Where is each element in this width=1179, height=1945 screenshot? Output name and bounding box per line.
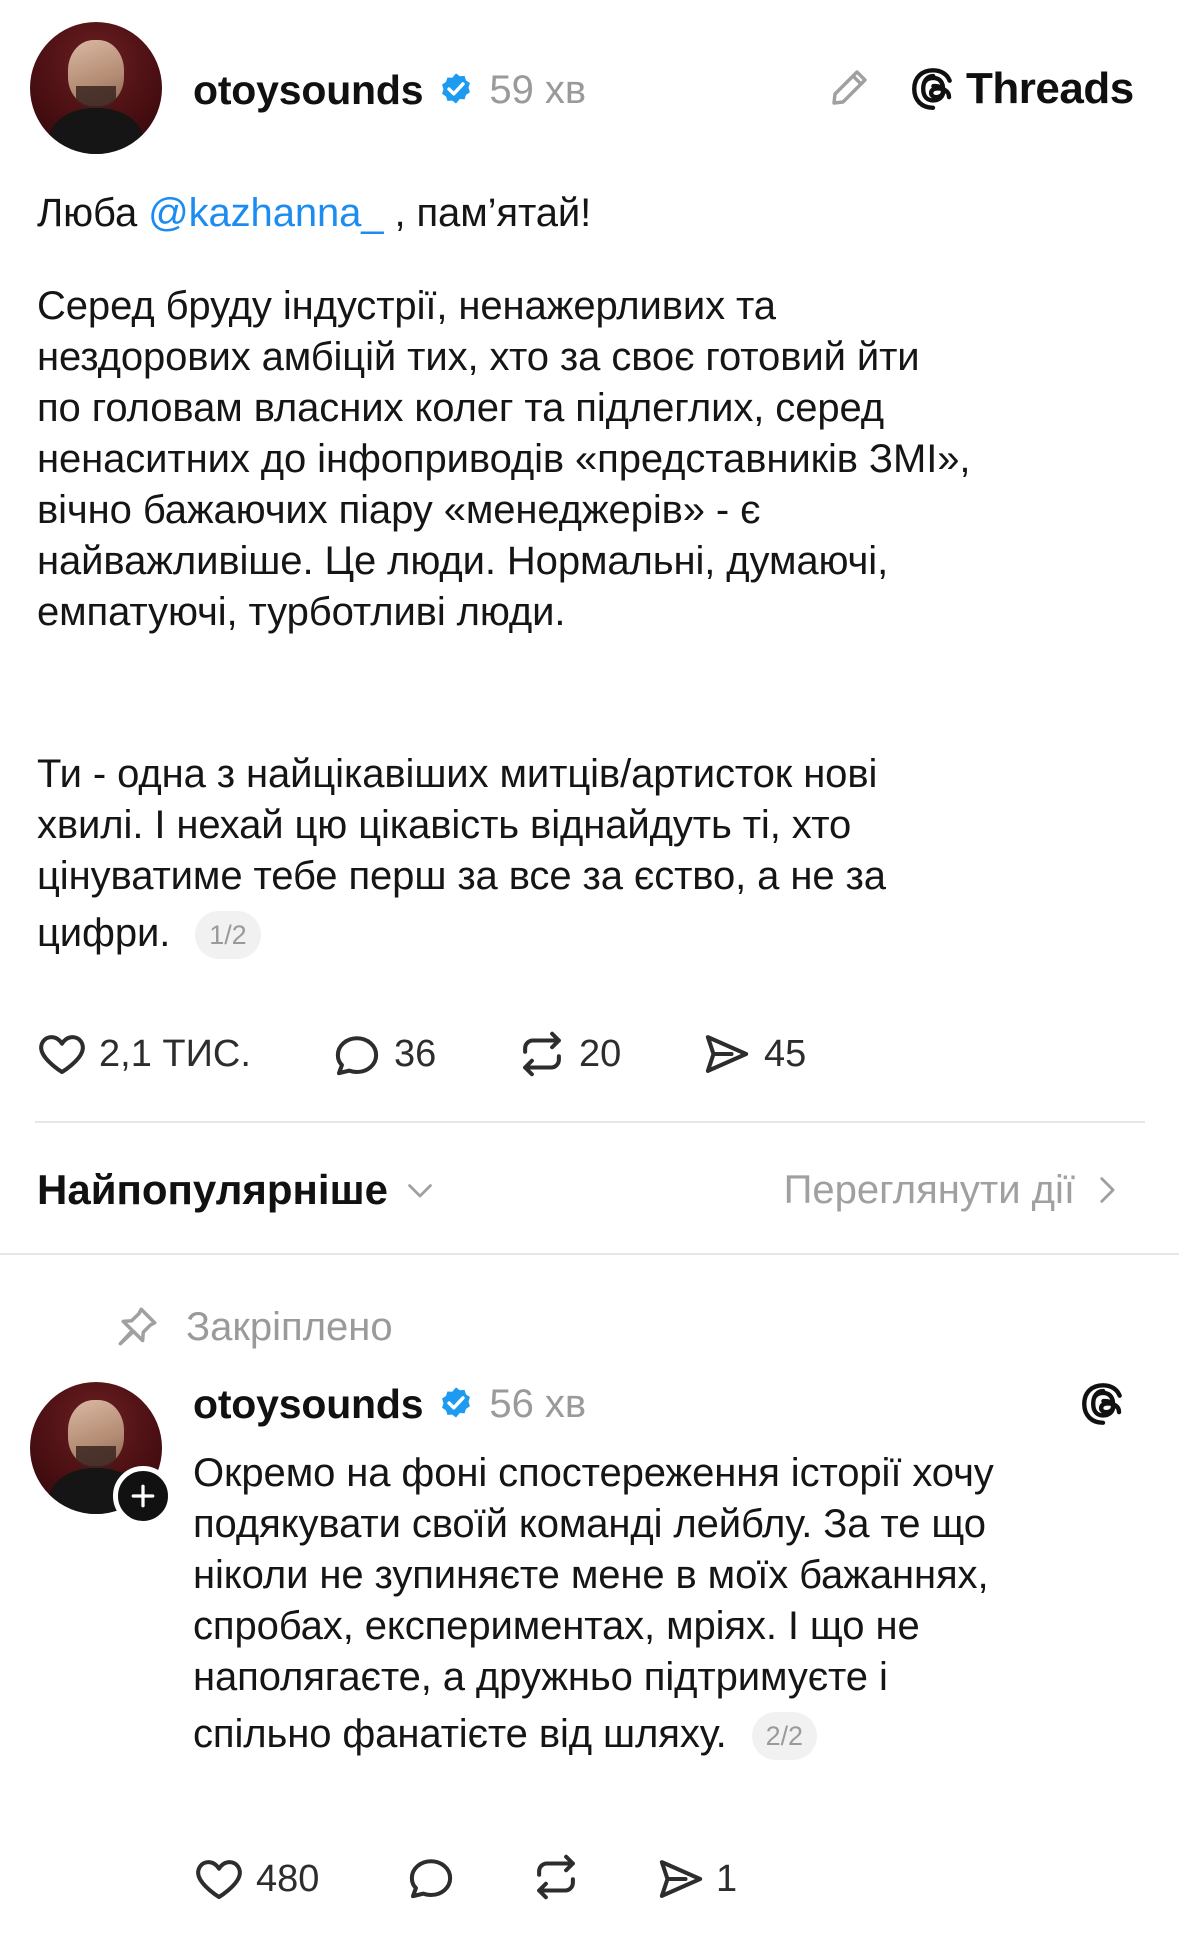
sort-dropdown[interactable]: Найпопулярніше xyxy=(37,1160,438,1220)
verified-badge-icon xyxy=(442,73,471,104)
text-line: спільно фанатієте від шляху. 2/2 xyxy=(193,1709,1163,1761)
comment-bubble-icon[interactable] xyxy=(330,1027,384,1081)
reply-like-count: 480 xyxy=(256,1857,320,1900)
text-line: нездорових амбіцій тих, хто за своє гото… xyxy=(37,335,920,379)
post-timestamp: 59 хв xyxy=(489,67,587,112)
reply-header: otoysounds 56 хв xyxy=(193,1376,586,1432)
text-line: вічно бажаючих піару «менеджерів» - є xyxy=(37,488,761,532)
threads-logo-icon[interactable] xyxy=(1078,1379,1128,1429)
threads-brand: Threads xyxy=(908,60,1134,118)
reply-username[interactable]: otoysounds xyxy=(193,1381,424,1428)
reply-actions: 480 1 xyxy=(192,1851,737,1907)
share-count: 45 xyxy=(764,1032,807,1075)
comment-bubble-icon[interactable] xyxy=(404,1850,458,1904)
text-line: по головам власних колег та підлеглих, с… xyxy=(37,386,884,430)
like-action[interactable]: 2,1 ТИС. xyxy=(35,1027,330,1081)
reply-like-action[interactable]: 480 xyxy=(192,1852,404,1906)
last-line-text: спільно фанатієте від шляху. xyxy=(193,1712,727,1756)
section-divider xyxy=(0,1253,1179,1255)
chevron-down-icon xyxy=(408,1184,432,1198)
author-avatar[interactable] xyxy=(30,22,162,154)
post-paragraph-3: Ти - одна з найцікавіших митців/артисток… xyxy=(37,749,1157,960)
text-line: Ти - одна з найцікавіших митців/артисток… xyxy=(37,752,878,796)
sort-label: Найпопулярніше xyxy=(37,1166,388,1213)
text-line: подякувати своїй команді лейблу. За те щ… xyxy=(193,1502,986,1546)
greeting-suffix: , пам’ятай! xyxy=(394,191,592,235)
mention-link[interactable]: @kazhanna_ xyxy=(148,191,383,235)
repost-count: 20 xyxy=(579,1032,622,1075)
share-send-icon[interactable] xyxy=(700,1027,754,1081)
last-line-text: цифри. xyxy=(37,911,171,955)
text-line: спробах, експериментах, мріях. І що не xyxy=(193,1604,920,1648)
plus-icon xyxy=(131,1484,155,1508)
text-line: цифри. 1/2 xyxy=(37,908,1157,960)
text-line: цінуватиме тебе перш за все за єство, а … xyxy=(37,854,886,898)
follow-plus-button[interactable] xyxy=(113,1466,173,1526)
pinned-label: Закріплено xyxy=(186,1304,393,1349)
reply-comment-action[interactable] xyxy=(404,1850,529,1909)
repost-icon[interactable] xyxy=(515,1027,569,1081)
text-line: ненаситних до інфоприводів «представникі… xyxy=(37,437,971,481)
edit-pencil-icon[interactable] xyxy=(826,63,874,111)
share-action[interactable]: 45 xyxy=(700,1027,806,1081)
text-line: Серед бруду індустрії, ненажерливих та xyxy=(37,284,776,328)
reply-share-action[interactable]: 1 xyxy=(654,1852,737,1906)
post-actions: 2,1 ТИС. 36 20 45 xyxy=(35,1026,806,1082)
thread-pager-badge: 1/2 xyxy=(195,911,261,960)
text-line: ніколи не зупиняєте мене в моїх бажаннях… xyxy=(193,1553,989,1597)
repost-icon[interactable] xyxy=(529,1850,583,1904)
repost-action[interactable]: 20 xyxy=(515,1027,700,1081)
post-greeting: Люба @kazhanna_ , пам’ятай! xyxy=(37,188,591,239)
view-activity-label: Переглянути дії xyxy=(783,1167,1075,1212)
post-header: otoysounds 59 хв xyxy=(193,62,586,118)
share-send-icon[interactable] xyxy=(654,1852,708,1906)
threads-wordmark: Threads xyxy=(966,64,1134,113)
reply-action[interactable]: 36 xyxy=(330,1027,515,1081)
pin-icon xyxy=(118,1307,157,1346)
reply-timestamp: 56 хв xyxy=(489,1381,587,1426)
view-activity-link[interactable]: Переглянути дії xyxy=(784,1160,1123,1220)
text-line: найважливіше. Це люди. Нормальні, думаюч… xyxy=(37,539,889,583)
pinned-indicator: Закріплено xyxy=(112,1297,393,1357)
reply-count: 36 xyxy=(394,1032,437,1075)
heart-icon[interactable] xyxy=(192,1852,246,1906)
heart-icon[interactable] xyxy=(35,1027,89,1081)
text-line: хвилі. І нехай цю цікавість віднайдуть т… xyxy=(37,803,852,847)
text-line: емпатуючі, турботливі люди. xyxy=(37,590,566,634)
like-count: 2,1 ТИС. xyxy=(99,1032,251,1075)
text-line: наполягаєте, а дружньо підтримуєте і xyxy=(193,1655,888,1699)
reply-share-count: 1 xyxy=(716,1857,738,1900)
reply-body: Окремо на фоні спостереження історії хоч… xyxy=(193,1448,1163,1761)
greeting-prefix: Люба xyxy=(37,191,138,235)
chevron-right-icon xyxy=(1100,1177,1115,1203)
thread-pager-badge: 2/2 xyxy=(751,1712,817,1761)
author-username[interactable]: otoysounds xyxy=(193,67,424,114)
verified-badge-icon xyxy=(442,1387,471,1418)
text-line: Окремо на фоні спостереження історії хоч… xyxy=(193,1451,994,1495)
post-paragraph-2: Серед бруду індустрії, ненажерливих та н… xyxy=(37,281,1157,638)
reply-repost-action[interactable] xyxy=(529,1850,654,1909)
threads-logo-icon xyxy=(912,68,952,110)
divider xyxy=(35,1121,1145,1123)
